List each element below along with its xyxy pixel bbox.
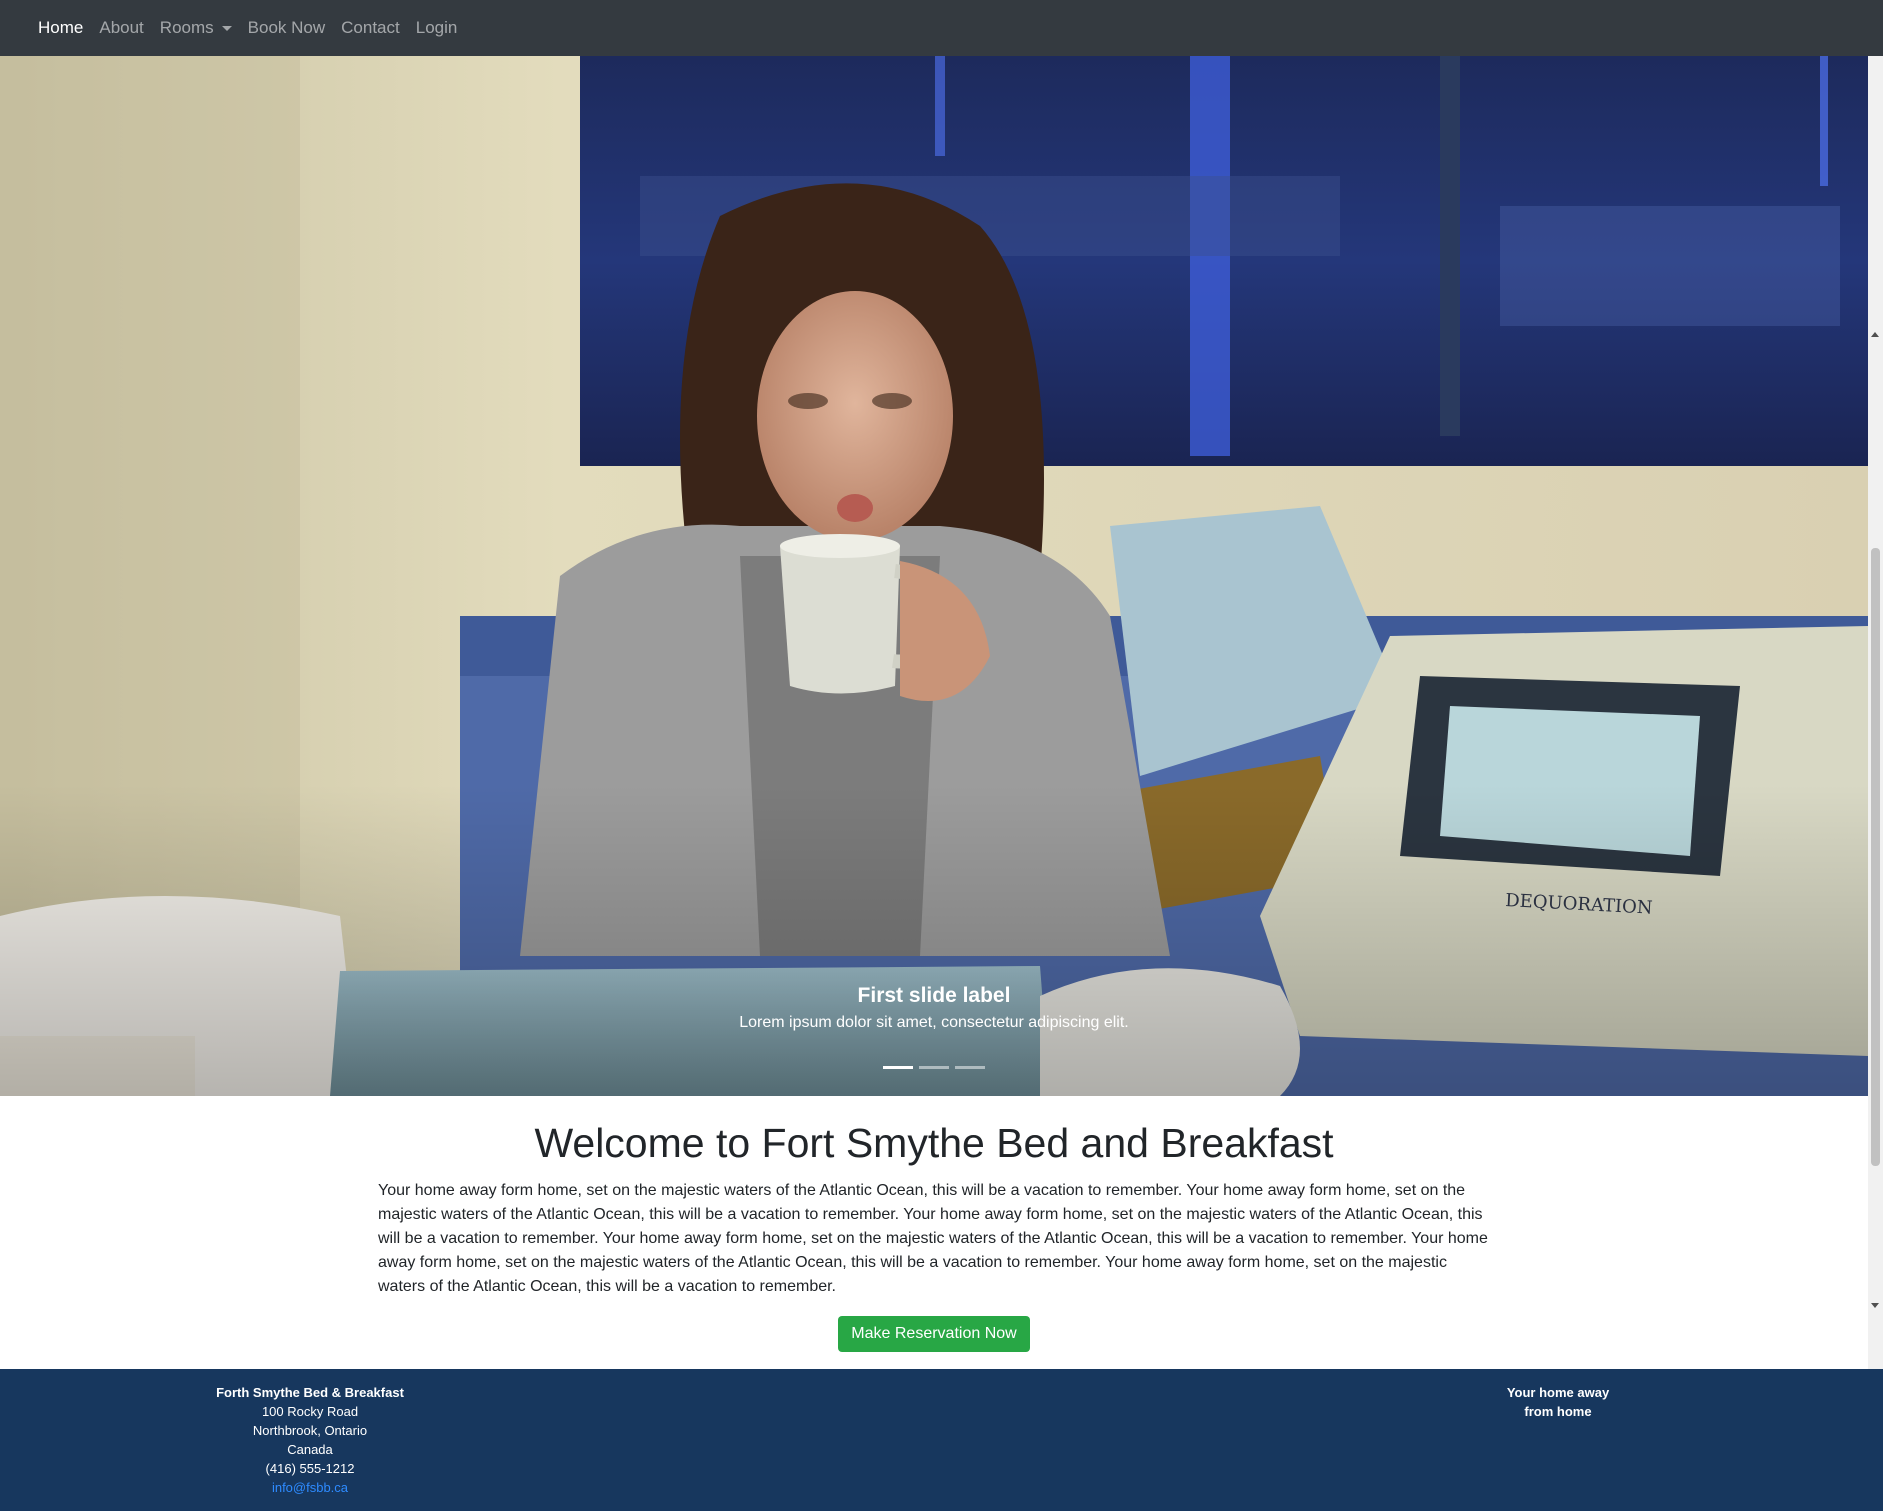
footer-address-line1: 100 Rocky Road [261, 1404, 359, 1419]
nav-book-now[interactable]: Book Now [248, 18, 325, 38]
vertical-scrollbar[interactable] [1868, 56, 1883, 1369]
nav-login[interactable]: Login [416, 18, 458, 38]
button-wrapper: Make Reservation Now [0, 1316, 1868, 1352]
footer-business-name: Forth Smythe Bed & Breakfast [216, 1385, 404, 1400]
carousel-indicator-3[interactable] [955, 1066, 985, 1069]
footer-phone: (416) 555-1212 [265, 1461, 355, 1476]
welcome-paragraph: Your home away form home, set on the maj… [378, 1182, 1488, 1295]
caption-text: Lorem ipsum dolor sit amet, consectetur … [739, 1014, 1129, 1031]
scroll-thumb[interactable] [1871, 548, 1880, 1166]
scroll-down-icon[interactable] [1871, 1303, 1879, 1308]
footer-email-link[interactable]: info@fsbb.ca [210, 1478, 410, 1497]
nav-contact[interactable]: Contact [341, 18, 400, 38]
nav-about[interactable]: About [99, 18, 143, 38]
footer-tagline-line2: from home [1524, 1404, 1592, 1419]
footer-tagline: Your home away from home [1497, 1383, 1619, 1421]
caption-title: First slide label [857, 984, 1011, 1007]
navbar: Home About Rooms Book Now Contact Login [0, 0, 1883, 56]
nav-list: Home About Rooms Book Now Contact Login [38, 18, 473, 38]
hero-carousel[interactable]: DEQUORATION First slide label Lorem ipsu… [0, 56, 1868, 1096]
carousel-indicator-1[interactable] [883, 1066, 913, 1069]
nav-rooms-dropdown[interactable]: Rooms [160, 18, 232, 38]
carousel-caption: First slide label Lorem ipsum dolor sit … [0, 984, 1868, 1032]
hero-slide-image: DEQUORATION [0, 56, 1868, 1096]
page-title: Welcome to Fort Smythe Bed and Breakfast [534, 1120, 1334, 1166]
caret-down-icon [221, 25, 232, 31]
page: Home About Rooms Book Now Contact Login [0, 0, 1883, 1511]
nav-home[interactable]: Home [38, 18, 83, 38]
carousel-indicators [0, 1066, 1868, 1069]
nav-rooms-label: Rooms [159, 18, 214, 37]
footer-tagline-line1: Your home away [1506, 1385, 1610, 1400]
footer: Forth Smythe Bed & Breakfast 100 Rocky R… [0, 1369, 1883, 1511]
footer-address-line2: Northbrook, Ontario [252, 1423, 368, 1438]
scroll-up-icon[interactable] [1871, 332, 1879, 337]
main-content: Welcome to Fort Smythe Bed and Breakfast… [0, 1096, 1868, 1352]
footer-address: Forth Smythe Bed & Breakfast 100 Rocky R… [210, 1383, 410, 1497]
footer-country: Canada [287, 1442, 333, 1457]
make-reservation-button[interactable]: Make Reservation Now [838, 1316, 1030, 1352]
carousel-indicator-2[interactable] [919, 1066, 949, 1069]
